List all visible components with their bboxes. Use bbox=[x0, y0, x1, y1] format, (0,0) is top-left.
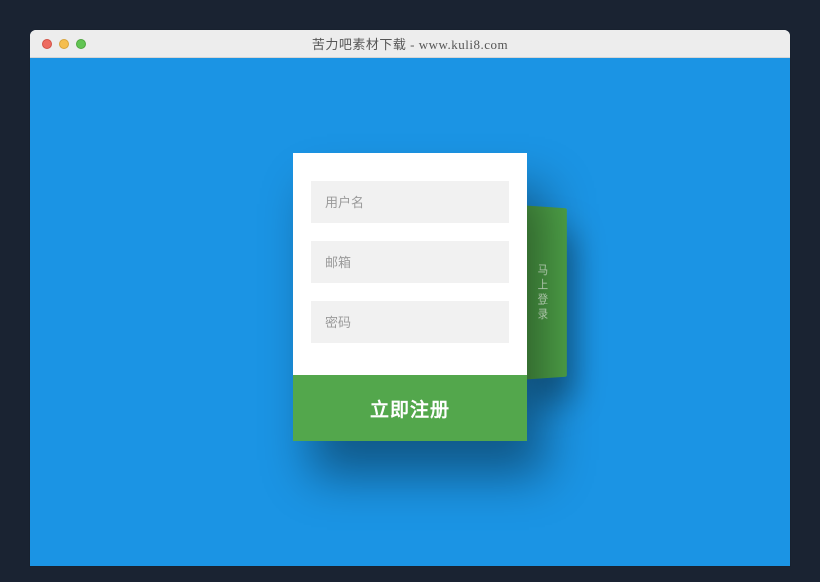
card-body bbox=[293, 153, 527, 375]
browser-window: 苦力吧素材下载 - www.kuli8.com 马上登录 立即注册 bbox=[30, 30, 790, 566]
register-card: 立即注册 bbox=[293, 153, 527, 441]
close-icon[interactable] bbox=[42, 39, 52, 49]
register-button[interactable]: 立即注册 bbox=[293, 375, 527, 441]
titlebar: 苦力吧素材下载 - www.kuli8.com bbox=[30, 30, 790, 58]
password-input[interactable] bbox=[311, 301, 509, 343]
maximize-icon[interactable] bbox=[76, 39, 86, 49]
viewport: 马上登录 立即注册 bbox=[30, 58, 790, 566]
username-input[interactable] bbox=[311, 181, 509, 223]
traffic-lights bbox=[30, 39, 86, 49]
window-title: 苦力吧素材下载 - www.kuli8.com bbox=[30, 34, 790, 53]
card-wrap: 马上登录 立即注册 bbox=[293, 153, 527, 441]
minimize-icon[interactable] bbox=[59, 39, 69, 49]
login-tab-label: 马上登录 bbox=[535, 263, 550, 322]
email-input[interactable] bbox=[311, 241, 509, 283]
